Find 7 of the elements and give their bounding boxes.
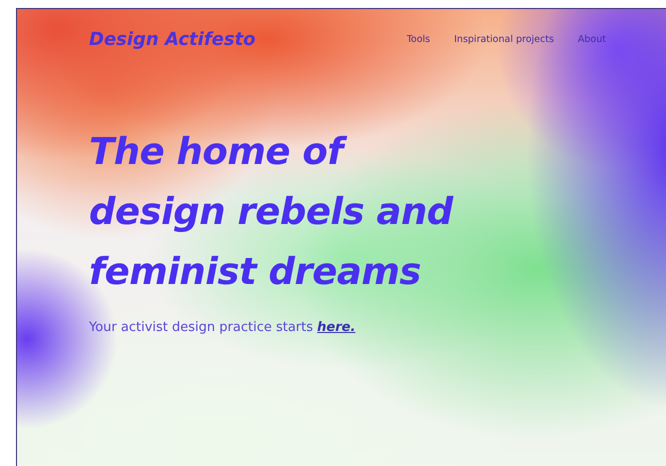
nav-link[interactable]: Tools — [406, 34, 430, 45]
site-logo[interactable]: Design Actifesto — [89, 29, 256, 50]
nav-link[interactable]: Inspirational projects — [454, 34, 554, 45]
hero-headline: The home of design rebels and feminist dreams — [89, 129, 454, 295]
here-link[interactable]: here. — [317, 320, 356, 335]
nav-link[interactable]: About — [578, 34, 606, 45]
hero-lead-text: Your activist design practice starts here. — [89, 320, 356, 335]
